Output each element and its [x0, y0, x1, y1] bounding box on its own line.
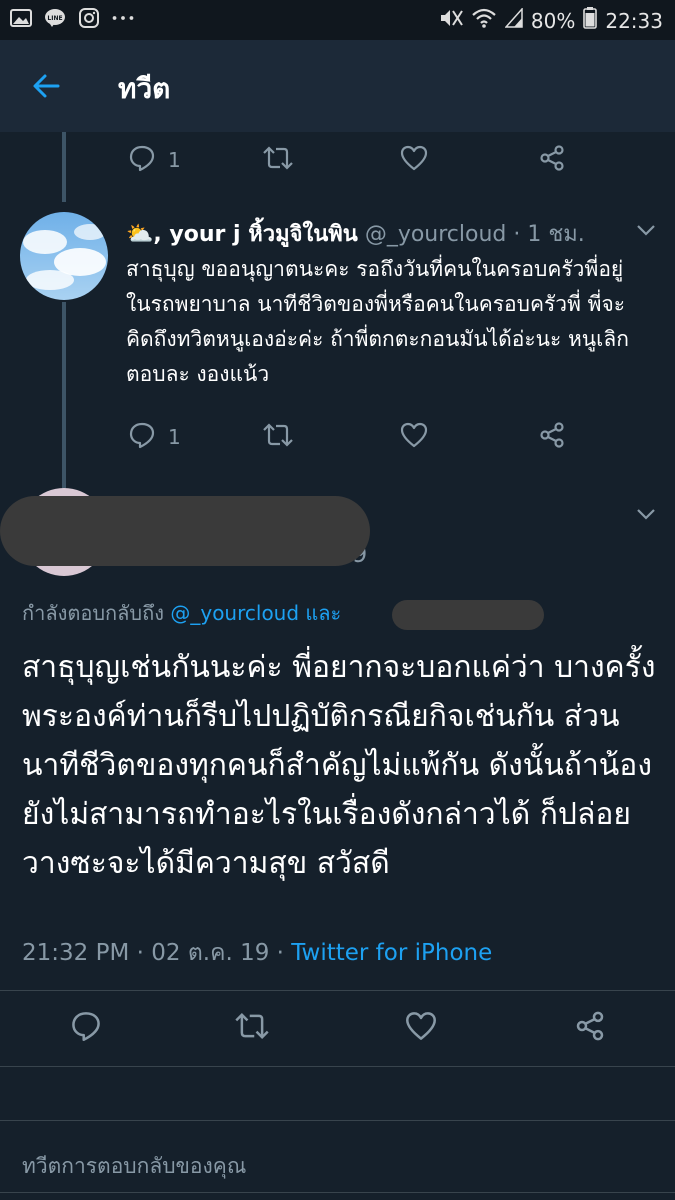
reply-icon [70, 1010, 102, 1046]
client-link[interactable]: Twitter for iPhone [291, 940, 492, 966]
tweet-text: สาธุบุญ ขออนุญาตนะคะ รอถึงวันที่คนในครอบ… [126, 257, 629, 386]
avatar[interactable] [20, 212, 108, 300]
share-icon [574, 1010, 606, 1046]
instagram-icon [78, 8, 100, 28]
clock: 22:33 [605, 8, 663, 33]
svg-text:LINE: LINE [47, 15, 62, 22]
divider [0, 1066, 675, 1067]
replying-to-handle[interactable]: @_yourcloud และ [170, 601, 341, 625]
display-name[interactable]: ⛅, your j หิ้วมูจิในพิน [126, 222, 358, 247]
prev-retweet-button[interactable] [262, 144, 294, 176]
mute-icon [439, 7, 463, 34]
prev-share-button[interactable] [538, 144, 566, 176]
chevron-down-icon[interactable] [636, 222, 656, 236]
wifi-icon [471, 7, 497, 34]
share-icon [538, 421, 566, 453]
tweet-header: ⛅, your j หิ้วมูจิในพิน @_yourcloud · 1 … [126, 216, 585, 251]
back-arrow-icon[interactable] [30, 70, 62, 102]
replying-to-prefix: กำลังตอบกลับถึง [22, 601, 171, 625]
redaction-overlay [0, 496, 370, 566]
share-button[interactable] [538, 421, 566, 453]
like-button[interactable] [400, 421, 428, 453]
tweet-time: 1 ชม. [527, 222, 585, 247]
replying-to: กำลังตอบกลับถึง @_yourcloud และ [22, 597, 341, 629]
heart-icon [400, 421, 428, 453]
thread-line-middle [62, 302, 66, 490]
status-right: 80% 22:33 [439, 7, 663, 34]
prev-reply-button[interactable]: 1 [128, 144, 181, 176]
signal-icon [504, 7, 523, 33]
compose-bottom-border [0, 1192, 675, 1193]
timestamp-text: 21:32 PM · 02 ต.ค. 19 · [22, 940, 292, 966]
tweet-timestamp: 21:32 PM · 02 ต.ค. 19 · Twitter for iPho… [22, 935, 492, 971]
reply-count: 1 [168, 148, 181, 172]
reply-icon [128, 144, 156, 176]
battery-percent: 80% [530, 8, 576, 33]
share-icon [538, 144, 566, 176]
reply-icon [128, 421, 156, 453]
main-like-button[interactable] [405, 1010, 437, 1046]
compose-top-border [0, 1120, 675, 1121]
main-retweet-button[interactable] [234, 1010, 270, 1046]
retweet-button[interactable] [262, 421, 294, 453]
retweet-icon [262, 421, 294, 453]
redaction-overlay-small [392, 600, 544, 630]
page-title: ทวีต [118, 72, 171, 105]
retweet-icon [262, 144, 294, 176]
line-app-icon: LINE [44, 8, 66, 28]
main-tweet-text: สาธุบุญเช่นกันนะค่ะ พี่อยากจะบอกแค่ว่า บ… [22, 650, 656, 881]
meta-separator: · [506, 222, 528, 247]
app-bar: ทวีต [0, 40, 675, 132]
thread-line-top [62, 132, 66, 202]
reply-compose-field[interactable]: ทวีตการตอบกลับของคุณ [22, 1150, 246, 1183]
battery-icon [583, 7, 598, 34]
main-reply-button[interactable] [70, 1010, 102, 1046]
heart-icon [400, 144, 428, 176]
reply-count: 1 [168, 425, 181, 449]
retweet-icon [234, 1010, 270, 1046]
main-chevron-down-icon[interactable] [636, 506, 656, 520]
reply-button[interactable]: 1 [128, 421, 181, 453]
status-bar: LINE 80% 22:33 [0, 0, 675, 40]
heart-icon [405, 1010, 437, 1046]
more-icon [112, 8, 134, 28]
prev-like-button[interactable] [400, 144, 428, 176]
status-left-icons: LINE [10, 8, 134, 28]
divider [0, 990, 675, 991]
gallery-icon [10, 8, 32, 28]
main-share-button[interactable] [574, 1010, 606, 1046]
handle[interactable]: @_yourcloud [365, 222, 507, 247]
